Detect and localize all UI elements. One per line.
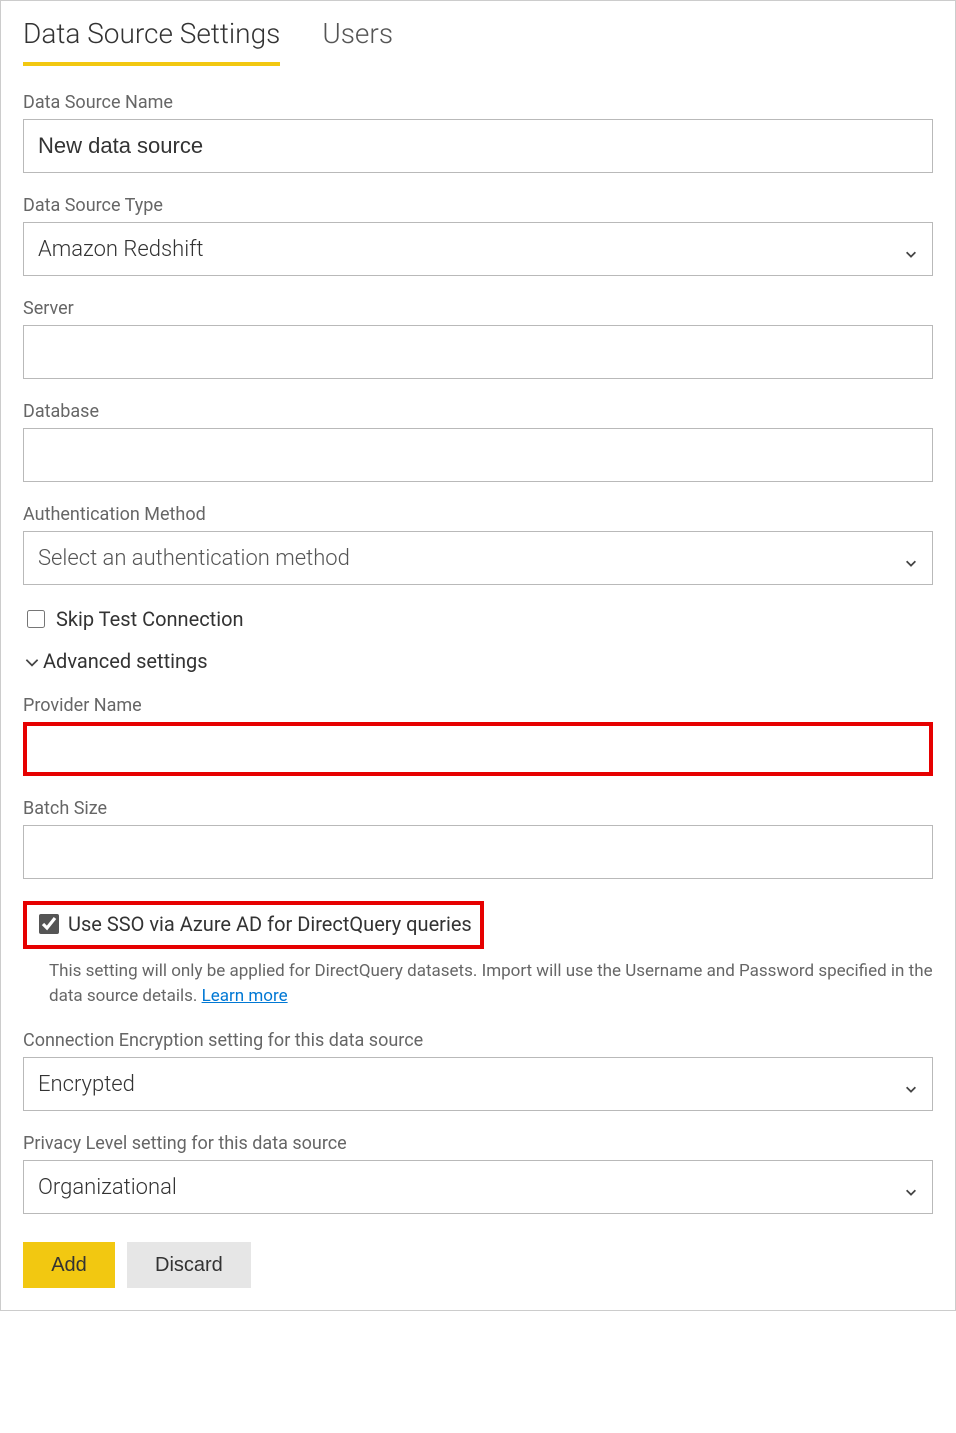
encryption-select[interactable]: Encrypted (23, 1057, 933, 1111)
advanced-settings-toggle[interactable]: Advanced settings (23, 649, 933, 673)
data-source-name-input[interactable] (23, 119, 933, 173)
chevron-down-icon (23, 652, 41, 670)
privacy-value: Organizational (38, 1175, 177, 1200)
sso-note-text: This setting will only be applied for Di… (49, 961, 933, 1006)
tabs-bar: Data Source Settings Users (23, 11, 933, 66)
provider-name-input[interactable] (23, 722, 933, 776)
sso-learn-more-link[interactable]: Learn more (202, 986, 288, 1006)
tab-users[interactable]: Users (322, 11, 393, 62)
discard-button[interactable]: Discard (127, 1242, 251, 1288)
chevron-down-icon (904, 551, 918, 565)
privacy-label: Privacy Level setting for this data sour… (23, 1133, 933, 1154)
batch-size-input[interactable] (23, 825, 933, 879)
skip-test-label: Skip Test Connection (56, 607, 244, 631)
database-input[interactable] (23, 428, 933, 482)
data-source-type-select[interactable]: Amazon Redshift (23, 222, 933, 276)
sso-label: Use SSO via Azure AD for DirectQuery que… (68, 912, 472, 936)
auth-method-label: Authentication Method (23, 504, 933, 525)
provider-name-label: Provider Name (23, 695, 933, 716)
chevron-down-icon (904, 1180, 918, 1194)
add-button[interactable]: Add (23, 1242, 115, 1288)
data-source-name-label: Data Source Name (23, 92, 933, 113)
server-input[interactable] (23, 325, 933, 379)
auth-method-placeholder: Select an authentication method (38, 546, 350, 571)
tab-data-source-settings[interactable]: Data Source Settings (23, 11, 280, 66)
encryption-label: Connection Encryption setting for this d… (23, 1030, 933, 1051)
data-source-type-value: Amazon Redshift (38, 237, 204, 262)
database-label: Database (23, 401, 933, 422)
encryption-value: Encrypted (38, 1072, 135, 1097)
privacy-select[interactable]: Organizational (23, 1160, 933, 1214)
auth-method-select[interactable]: Select an authentication method (23, 531, 933, 585)
sso-note: This setting will only be applied for Di… (49, 959, 933, 1008)
chevron-down-icon (904, 1077, 918, 1091)
sso-highlight-box: Use SSO via Azure AD for DirectQuery que… (23, 901, 484, 949)
server-label: Server (23, 298, 933, 319)
skip-test-checkbox[interactable] (27, 610, 45, 628)
batch-size-label: Batch Size (23, 798, 933, 819)
chevron-down-icon (904, 242, 918, 256)
data-source-type-label: Data Source Type (23, 195, 933, 216)
advanced-settings-label: Advanced settings (43, 649, 208, 673)
sso-checkbox[interactable] (39, 914, 59, 934)
